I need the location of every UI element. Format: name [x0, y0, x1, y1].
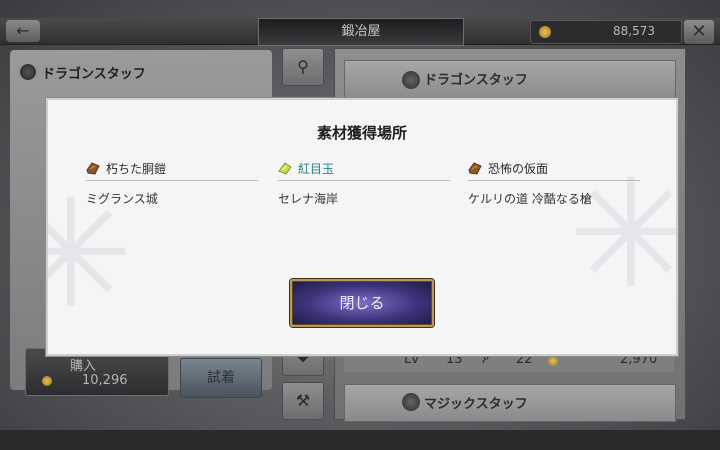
buy-label: 購入: [70, 359, 97, 374]
material-header: 紅目玉: [278, 158, 450, 181]
back-button[interactable]: ←: [6, 20, 40, 42]
gold-amount: 88,573: [613, 24, 655, 38]
material-source-dialog: ✳ ✳ 素材獲得場所 朽ちた胴鎧 ミグランス城 紅目玉 セレナ海岸: [46, 98, 678, 356]
hammer-tab-icon[interactable]: ⚒: [282, 382, 324, 420]
material-name: 朽ちた胴鎧: [106, 162, 167, 176]
buy-price: 10,296: [82, 373, 128, 388]
material-column: 恐怖の仮面 ケルリの道 冷酷なる槍: [468, 158, 640, 206]
close-icon[interactable]: ✕: [684, 20, 714, 44]
brown-material-icon: [468, 162, 482, 175]
shop-title: 鍛冶屋: [258, 18, 464, 46]
acquire-location[interactable]: ケルリの道 冷酷なる槍: [468, 190, 592, 207]
material-column: 紅目玉 セレナ海岸: [278, 158, 450, 206]
staff-icon: [20, 64, 36, 80]
dialog-title: 素材獲得場所: [316, 124, 407, 142]
list-item-name: ドラゴンスタッフ: [424, 73, 528, 88]
close-button[interactable]: 閉じる: [290, 279, 434, 327]
staff-tab-icon[interactable]: ⚲: [282, 48, 324, 86]
acquire-location[interactable]: セレナ海岸: [278, 190, 338, 207]
staff-icon: [402, 393, 420, 411]
material-header: 朽ちた胴鎧: [86, 158, 258, 181]
try-on-button[interactable]: 試着: [180, 358, 262, 398]
brown-material-icon: [86, 162, 100, 175]
item-name: ドラゴンスタッフ: [42, 67, 146, 82]
decorative-flourish-icon: ✳: [568, 160, 676, 310]
list-item-name: マジックスタッフ: [424, 397, 528, 412]
yellow-green-material-icon: [278, 162, 292, 175]
material-name: 恐怖の仮面: [488, 162, 549, 176]
bottom-bar: [0, 430, 720, 450]
coin-icon: [42, 376, 52, 386]
back-arrow-icon: ←: [16, 21, 30, 40]
material-header: 恐怖の仮面: [468, 158, 640, 181]
acquire-location[interactable]: ミグランス城: [86, 190, 158, 207]
staff-icon: [402, 71, 420, 89]
material-column: 朽ちた胴鎧 ミグランス城: [86, 158, 258, 206]
gold-coin-icon: [539, 26, 551, 38]
gold-display: 88,573: [530, 20, 682, 44]
coin-icon: [548, 356, 558, 366]
material-name: 紅目玉: [298, 162, 335, 176]
